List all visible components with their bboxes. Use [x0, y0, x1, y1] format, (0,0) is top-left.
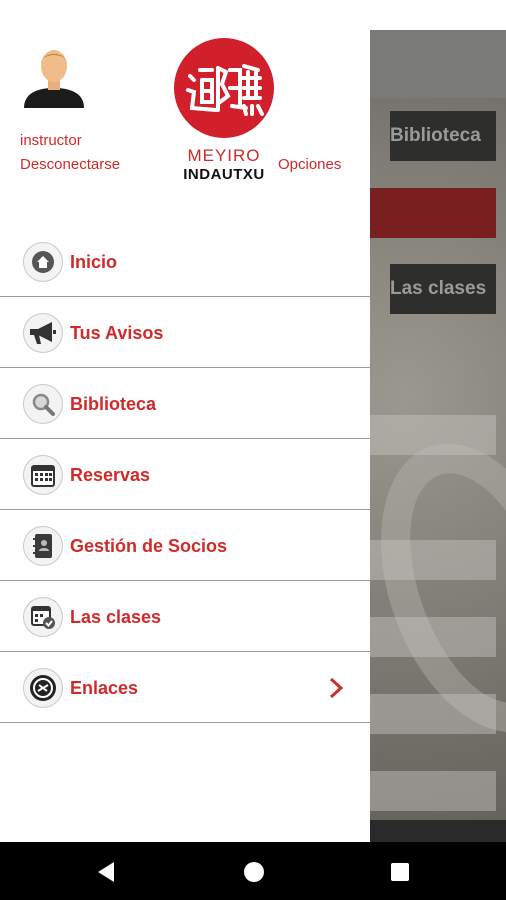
background-red-banner	[370, 188, 496, 238]
background-tile-biblioteca: Biblioteca	[390, 111, 496, 161]
menu-label: Reservas	[70, 465, 151, 485]
home-icon	[23, 242, 63, 282]
back-icon[interactable]	[92, 858, 120, 886]
drawer-header: instructor Desconectarse MEYIRO INDAUTXU…	[0, 0, 370, 226]
background-footer	[370, 820, 506, 842]
menu-label: Las clases	[70, 607, 162, 627]
avatar	[24, 50, 84, 108]
menu-item-las-clases[interactable]: Las clases	[0, 581, 370, 652]
logo-subtitle: INDAUTXU	[183, 166, 265, 183]
menu-label: Biblioteca	[70, 394, 157, 414]
background-bar	[370, 771, 496, 811]
menu-item-biblioteca[interactable]: Biblioteca	[0, 368, 370, 439]
logo-title: MEYIRO	[187, 146, 261, 165]
menu-item-enlaces[interactable]: Enlaces	[0, 652, 370, 723]
dojo-logo	[174, 38, 274, 138]
system-navigation-bar	[0, 842, 506, 900]
menu-item-gestion-de-socios[interactable]: Gestión de Socios	[0, 510, 370, 581]
options-link[interactable]: Opciones	[278, 156, 341, 173]
background-bar	[370, 540, 496, 580]
menu-label: Inicio	[70, 252, 118, 272]
drawer-menu: Inicio Tus Avisos Biblioteca Reservas Ge…	[0, 226, 370, 723]
calendar-icon	[23, 455, 63, 495]
chevron-right-icon	[329, 677, 344, 699]
recents-icon[interactable]	[386, 858, 414, 886]
calendar-check-icon	[23, 597, 63, 637]
logout-link[interactable]: Desconectarse	[20, 156, 120, 173]
link-icon	[23, 668, 63, 708]
menu-item-inicio[interactable]: Inicio	[0, 226, 370, 297]
magnifier-icon	[23, 384, 63, 424]
background-bar	[370, 415, 496, 455]
navigation-drawer: instructor Desconectarse MEYIRO INDAUTXU…	[0, 0, 370, 842]
menu-label: Enlaces	[70, 678, 139, 698]
background-bar	[370, 694, 496, 734]
menu-label: Tus Avisos	[70, 323, 164, 343]
menu-item-tus-avisos[interactable]: Tus Avisos	[0, 297, 370, 368]
user-name: instructor	[20, 132, 82, 149]
megaphone-icon	[23, 313, 63, 353]
background-bar	[370, 617, 496, 657]
home-circle-icon[interactable]	[240, 858, 268, 886]
menu-item-reservas[interactable]: Reservas	[0, 439, 370, 510]
menu-label: Gestión de Socios	[70, 536, 228, 556]
address-book-icon	[23, 526, 63, 566]
background-tile-las-clases: Las clases	[390, 264, 496, 314]
